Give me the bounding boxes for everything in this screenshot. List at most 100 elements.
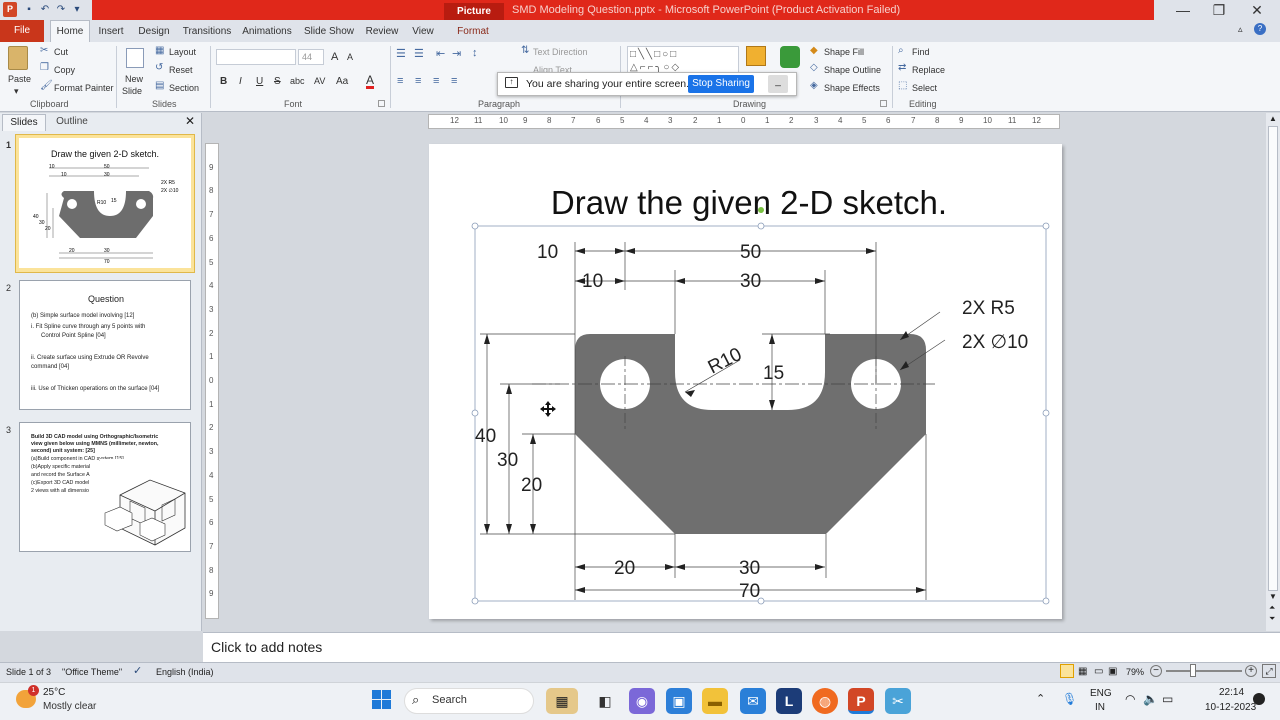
- reset-button[interactable]: Reset: [169, 65, 193, 75]
- firefox-icon[interactable]: ◍: [812, 688, 838, 714]
- scroll-up-icon[interactable]: ▲: [1269, 114, 1277, 123]
- start-button[interactable]: [372, 690, 392, 710]
- zoom-level[interactable]: 79%: [1126, 667, 1144, 677]
- tab-file[interactable]: File: [0, 20, 44, 42]
- paste-dropdown-icon[interactable]: ▾: [14, 86, 19, 97]
- spell-check-icon[interactable]: ✓: [133, 664, 142, 677]
- new-slide-label-1[interactable]: New: [125, 74, 143, 84]
- undo-icon[interactable]: ↶: [38, 2, 52, 17]
- powerpoint-app-icon[interactable]: P: [3, 2, 17, 17]
- font-dialog-launcher[interactable]: [378, 100, 385, 107]
- numbering-icon[interactable]: ☰: [414, 47, 424, 60]
- mail-icon[interactable]: ✉: [740, 688, 766, 714]
- line-spacing-icon[interactable]: ↕: [472, 47, 478, 59]
- weather-temp[interactable]: 25°C: [43, 687, 65, 698]
- normal-view-icon[interactable]: [1060, 664, 1074, 678]
- tab-format[interactable]: Format: [450, 22, 496, 42]
- paste-icon[interactable]: [8, 46, 28, 70]
- shape-fill-button[interactable]: Shape Fill: [824, 47, 864, 57]
- zoom-in-button[interactable]: +: [1245, 665, 1257, 677]
- help-icon[interactable]: ?: [1254, 23, 1266, 35]
- widgets-icon[interactable]: ▦: [546, 688, 578, 714]
- tab-slides[interactable]: Slides: [2, 114, 46, 131]
- previous-slide-icon[interactable]: ⏶: [1269, 603, 1275, 613]
- new-slide-icon[interactable]: [126, 48, 144, 68]
- theme-name[interactable]: "Office Theme": [62, 667, 122, 677]
- section-button[interactable]: Section: [169, 83, 199, 93]
- format-painter-button[interactable]: Format Painter: [54, 83, 114, 93]
- cut-button[interactable]: Cut: [54, 47, 68, 57]
- arrange-icon[interactable]: [746, 46, 766, 66]
- align-right-icon[interactable]: ≡: [433, 75, 439, 87]
- grow-font-button[interactable]: A: [331, 51, 338, 63]
- clock-time[interactable]: 22:14: [1219, 687, 1244, 698]
- new-slide-label-2[interactable]: Slide: [122, 86, 142, 96]
- minimize-button[interactable]: —: [1164, 0, 1202, 20]
- minimize-ribbon-icon[interactable]: ▵: [1238, 24, 1243, 35]
- input-language-1[interactable]: ENG: [1090, 688, 1112, 699]
- find-button[interactable]: Find: [912, 47, 930, 57]
- hide-banner-button[interactable]: _: [768, 75, 788, 93]
- save-icon[interactable]: ▪: [22, 2, 36, 17]
- snipping-tool-icon[interactable]: ✂: [885, 688, 911, 714]
- microphone-icon[interactable]: 🎙: [1062, 692, 1077, 706]
- tab-transitions[interactable]: Transitions: [180, 22, 234, 42]
- shadow-button[interactable]: abc: [290, 76, 305, 86]
- redo-icon[interactable]: ↷: [54, 2, 68, 17]
- shape-effects-button[interactable]: Shape Effects: [824, 83, 880, 93]
- lms-app-icon[interactable]: L: [776, 688, 802, 714]
- font-size-dropdown[interactable]: 44: [298, 49, 324, 65]
- maximize-button[interactable]: ❐: [1200, 0, 1238, 20]
- shrink-font-button[interactable]: A: [347, 52, 353, 62]
- strike-button[interactable]: S: [274, 76, 281, 87]
- scroll-down-icon[interactable]: ▼: [1269, 592, 1277, 601]
- justify-icon[interactable]: ≡: [451, 75, 457, 87]
- volume-icon[interactable]: 🔈: [1143, 692, 1158, 706]
- taskbar-search-box[interactable]: [404, 688, 534, 714]
- weather-status[interactable]: Mostly clear: [43, 701, 96, 712]
- tab-insert[interactable]: Insert: [93, 22, 129, 42]
- zoom-slider-track[interactable]: [1166, 670, 1242, 672]
- customize-qat-icon[interactable]: ▾: [70, 2, 84, 17]
- tab-design[interactable]: Design: [135, 22, 173, 42]
- slide-thumbnail-3[interactable]: Build 3D CAD model using Orthographic/Is…: [19, 422, 191, 552]
- next-slide-icon[interactable]: ⏷: [1269, 614, 1275, 624]
- input-language-2[interactable]: IN: [1095, 702, 1105, 713]
- quick-styles-icon[interactable]: [780, 46, 800, 68]
- slide-thumbnail-2[interactable]: Question (b) Simple surface model involv…: [19, 280, 191, 410]
- store-icon[interactable]: ▣: [666, 688, 692, 714]
- teams-chat-icon[interactable]: ◉: [629, 688, 655, 714]
- tab-view[interactable]: View: [406, 22, 440, 42]
- powerpoint-taskbar-icon[interactable]: P: [848, 688, 874, 714]
- language-indicator[interactable]: English (India): [156, 667, 214, 677]
- close-pane-icon[interactable]: ✕: [185, 114, 195, 128]
- bold-button[interactable]: B: [220, 76, 227, 87]
- replace-button[interactable]: Replace: [912, 65, 945, 75]
- layout-button[interactable]: Layout: [169, 47, 196, 57]
- close-button[interactable]: ✕: [1238, 0, 1276, 20]
- reading-view-icon[interactable]: ▭: [1094, 666, 1103, 677]
- decrease-indent-icon[interactable]: ⇤: [436, 47, 445, 60]
- notification-icon[interactable]: [1253, 693, 1265, 705]
- copy-button[interactable]: Copy: [54, 65, 75, 75]
- file-explorer-icon[interactable]: ▬: [702, 688, 728, 714]
- text-direction-button[interactable]: Text Direction: [533, 47, 588, 57]
- slide-sorter-icon[interactable]: ▦: [1078, 666, 1087, 677]
- fit-to-window-icon[interactable]: ⤢: [1262, 664, 1276, 678]
- show-hidden-icons[interactable]: ⌃: [1036, 692, 1045, 705]
- task-view-icon[interactable]: ◧: [592, 688, 618, 714]
- tab-outline[interactable]: Outline: [50, 114, 94, 131]
- sketch-picture[interactable]: 10 50 10 30 15 R10 2X R5 2X ∅10 40 30 20…: [429, 144, 1062, 619]
- wifi-icon[interactable]: ◠: [1125, 692, 1135, 706]
- font-family-dropdown[interactable]: [216, 49, 296, 65]
- tab-home[interactable]: Home: [50, 22, 90, 42]
- zoom-out-button[interactable]: −: [1150, 665, 1162, 677]
- paste-button[interactable]: Paste: [8, 74, 31, 84]
- shape-outline-button[interactable]: Shape Outline: [824, 65, 881, 75]
- battery-icon[interactable]: ▭: [1162, 692, 1173, 706]
- slide-thumbnail-1[interactable]: Draw the given 2-D sketch. 10 50 10 30 2X …: [19, 138, 191, 268]
- notes-pane[interactable]: Click to add notes: [203, 632, 1280, 662]
- select-button[interactable]: Select: [912, 83, 937, 93]
- zoom-slider-thumb[interactable]: [1190, 664, 1196, 677]
- stop-sharing-button[interactable]: Stop Sharing: [688, 75, 754, 93]
